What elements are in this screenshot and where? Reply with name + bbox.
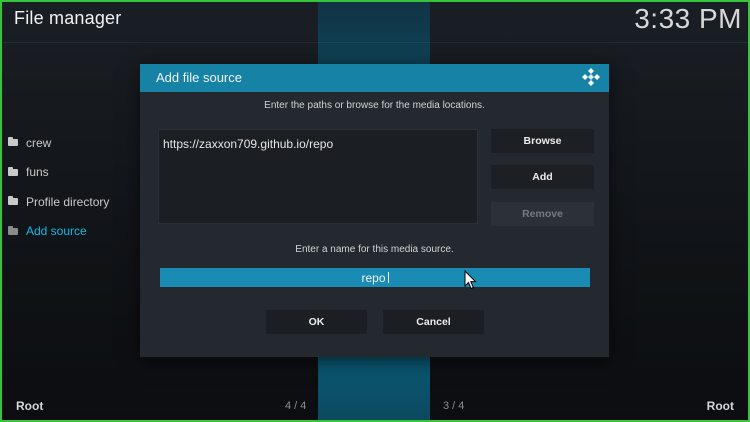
sidebar-item-funs[interactable]: funs	[8, 158, 138, 188]
app-title: File manager	[14, 8, 122, 28]
mouse-pointer-icon	[464, 270, 477, 290]
source-name-value: repo	[361, 270, 386, 285]
sidebar-item-label: funs	[26, 165, 49, 180]
folder-icon	[8, 196, 18, 206]
status-bar: Root 4 / 4 3 / 4 Root	[0, 395, 750, 417]
source-list: crew funs Profile directory Add source	[8, 128, 138, 246]
sidebar-item-add-source[interactable]: Add source	[8, 217, 138, 247]
kodi-logo-icon	[582, 68, 600, 86]
ok-button[interactable]: OK	[266, 310, 367, 334]
folder-icon	[8, 225, 18, 235]
sidebar-item-label: crew	[26, 135, 52, 150]
browse-button[interactable]: Browse	[491, 129, 594, 153]
right-page-count: 3 / 4	[443, 400, 465, 412]
sidebar-item-label: Add source	[26, 224, 87, 239]
right-panel-path: Root	[706, 399, 734, 413]
paths-instruction: Enter the paths or browse for the media …	[264, 100, 485, 111]
add-button[interactable]: Add	[491, 165, 594, 189]
sidebar-item-label: Profile directory	[26, 194, 110, 209]
top-bar: File manager 3:33 PM	[0, 0, 750, 40]
left-page-count: 4 / 4	[285, 400, 307, 412]
folder-icon	[8, 137, 18, 147]
path-entry[interactable]: https://zaxxon709.github.io/repo	[163, 137, 333, 151]
source-name-input[interactable]: repo	[160, 268, 590, 287]
remove-button[interactable]: Remove	[491, 202, 594, 226]
sidebar-item-profile-directory[interactable]: Profile directory	[8, 187, 138, 217]
folder-icon	[8, 166, 18, 176]
top-divider	[0, 42, 750, 43]
text-caret	[387, 272, 389, 283]
left-panel-path: Root	[16, 399, 44, 413]
dialog-title: Add file source	[156, 70, 242, 85]
paths-list[interactable]: https://zaxxon709.github.io/repo	[158, 129, 478, 224]
add-source-dialog: Add file source Enter the paths or brows…	[140, 64, 609, 357]
sidebar-item-crew[interactable]: crew	[8, 128, 138, 158]
clock: 3:33 PM	[634, 3, 742, 34]
dialog-header: Add file source	[140, 64, 609, 92]
name-instruction: Enter a name for this media source.	[295, 244, 454, 255]
cancel-button[interactable]: Cancel	[383, 310, 484, 334]
